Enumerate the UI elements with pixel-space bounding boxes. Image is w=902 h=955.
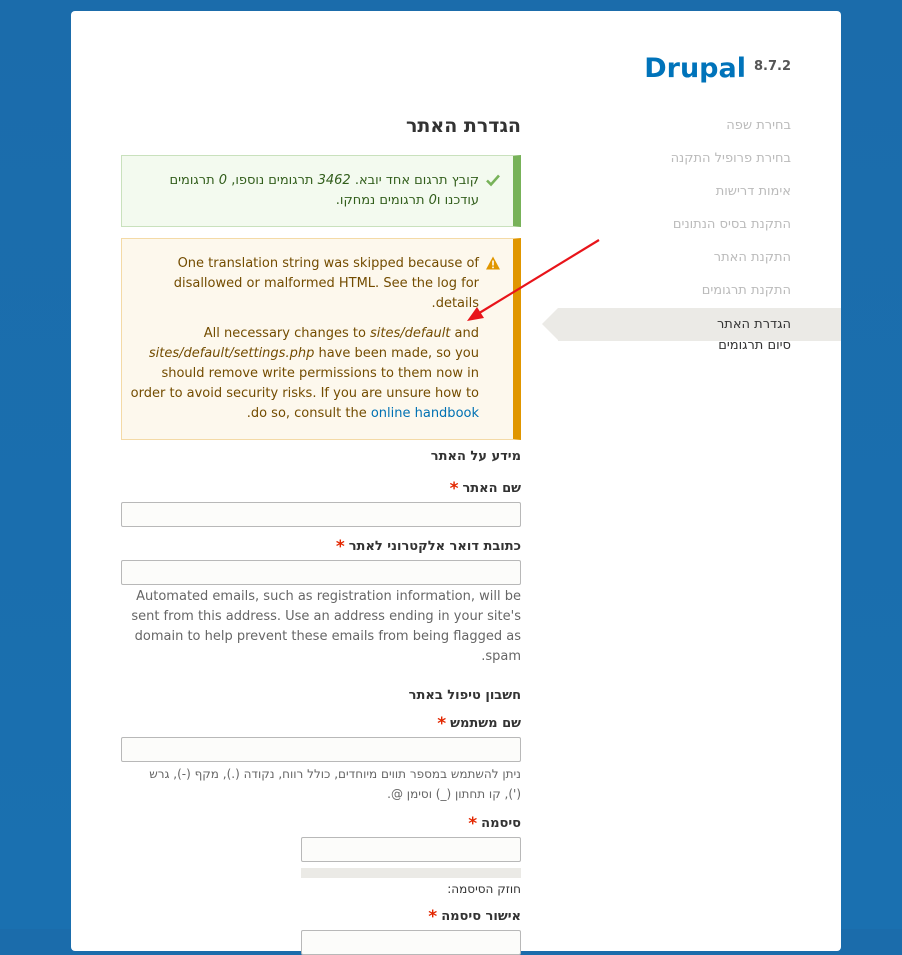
annotation-arrow bbox=[467, 239, 600, 321]
annotation-arrow-line bbox=[475, 239, 600, 316]
confirm-password-input[interactable] bbox=[301, 930, 521, 955]
annotation-arrow-head bbox=[467, 307, 484, 321]
